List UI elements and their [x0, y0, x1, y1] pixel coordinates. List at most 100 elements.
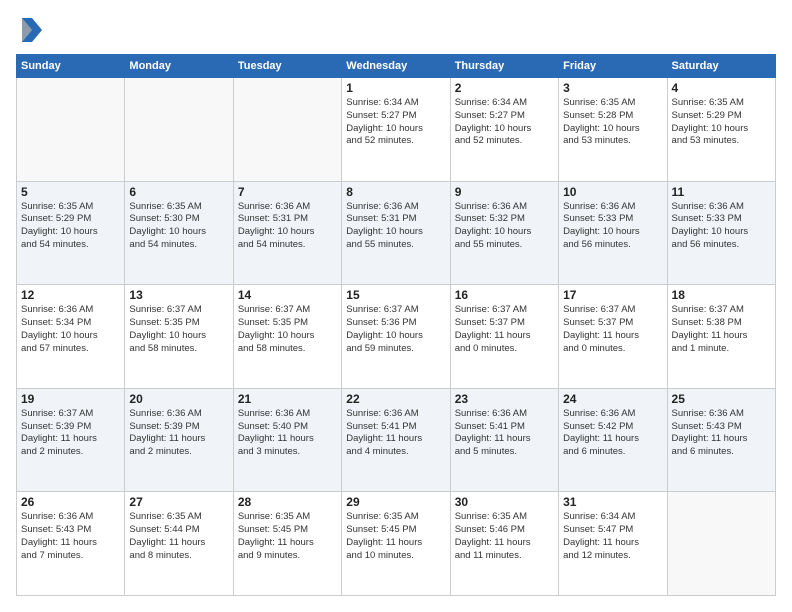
- day-info: Sunrise: 6:37 AM Sunset: 5:35 PM Dayligh…: [238, 304, 337, 355]
- day-number: 18: [672, 288, 771, 302]
- calendar-cell: 28 Sunrise: 6:35 AM Sunset: 5:45 PM Dayli…: [233, 492, 341, 596]
- weekday-header-row: SundayMondayTuesdayWednesdayThursdayFrid…: [17, 55, 776, 78]
- day-info: Sunrise: 6:35 AM Sunset: 5:45 PM Dayligh…: [346, 511, 445, 562]
- day-number: 30: [455, 495, 554, 509]
- calendar-cell: 12 Sunrise: 6:36 AM Sunset: 5:34 PM Dayli…: [17, 285, 125, 389]
- day-number: 17: [563, 288, 662, 302]
- calendar-page: SundayMondayTuesdayWednesdayThursdayFrid…: [0, 0, 792, 612]
- calendar-cell: 16 Sunrise: 6:37 AM Sunset: 5:37 PM Dayli…: [450, 285, 558, 389]
- calendar-cell: 15 Sunrise: 6:37 AM Sunset: 5:36 PM Dayli…: [342, 285, 450, 389]
- day-number: 6: [129, 185, 228, 199]
- weekday-header-saturday: Saturday: [667, 55, 775, 78]
- day-number: 21: [238, 392, 337, 406]
- day-number: 7: [238, 185, 337, 199]
- day-info: Sunrise: 6:35 AM Sunset: 5:45 PM Dayligh…: [238, 511, 337, 562]
- day-info: Sunrise: 6:36 AM Sunset: 5:32 PM Dayligh…: [455, 201, 554, 252]
- day-number: 14: [238, 288, 337, 302]
- calendar-cell: 13Sunrise: 6:37 AM Sunset: 5:35 PM Dayli…: [125, 285, 233, 389]
- day-info: Sunrise: 6:34 AM Sunset: 5:27 PM Dayligh…: [346, 97, 445, 148]
- day-number: 11: [672, 185, 771, 199]
- day-number: 1: [346, 81, 445, 95]
- weekday-header-tuesday: Tuesday: [233, 55, 341, 78]
- day-info: Sunrise: 6:35 AM Sunset: 5:29 PM Dayligh…: [672, 97, 771, 148]
- day-info: Sunrise: 6:37 AM Sunset: 5:38 PM Dayligh…: [672, 304, 771, 355]
- calendar-cell: 7 Sunrise: 6:36 AM Sunset: 5:31 PM Daylig…: [233, 181, 341, 285]
- day-info: Sunrise: 6:37 AM Sunset: 5:37 PM Dayligh…: [455, 304, 554, 355]
- day-number: 5: [21, 185, 120, 199]
- calendar-cell: 21 Sunrise: 6:36 AM Sunset: 5:40 PM Dayli…: [233, 388, 341, 492]
- day-number: 16: [455, 288, 554, 302]
- day-number: 13: [129, 288, 228, 302]
- calendar-cell: 6 Sunrise: 6:35 AM Sunset: 5:30 PM Daylig…: [125, 181, 233, 285]
- calendar-cell: 25Sunrise: 6:36 AM Sunset: 5:43 PM Dayli…: [667, 388, 775, 492]
- day-info: Sunrise: 6:36 AM Sunset: 5:41 PM Dayligh…: [346, 408, 445, 459]
- day-info: Sunrise: 6:36 AM Sunset: 5:31 PM Dayligh…: [238, 201, 337, 252]
- calendar-cell: 10 Sunrise: 6:36 AM Sunset: 5:33 PM Dayli…: [559, 181, 667, 285]
- calendar-cell: 29 Sunrise: 6:35 AM Sunset: 5:45 PM Dayli…: [342, 492, 450, 596]
- day-number: 31: [563, 495, 662, 509]
- day-number: 27: [129, 495, 228, 509]
- day-number: 2: [455, 81, 554, 95]
- day-number: 8: [346, 185, 445, 199]
- calendar-cell: 1 Sunrise: 6:34 AM Sunset: 5:27 PM Daylig…: [342, 78, 450, 182]
- header: [16, 16, 776, 44]
- day-number: 10: [563, 185, 662, 199]
- week-row-3: 12 Sunrise: 6:36 AM Sunset: 5:34 PM Dayli…: [17, 285, 776, 389]
- day-info: Sunrise: 6:36 AM Sunset: 5:43 PM Dayligh…: [21, 511, 120, 562]
- calendar-cell: 14 Sunrise: 6:37 AM Sunset: 5:35 PM Dayli…: [233, 285, 341, 389]
- calendar-cell: [125, 78, 233, 182]
- day-info: Sunrise: 6:36 AM Sunset: 5:34 PM Dayligh…: [21, 304, 120, 355]
- logo-icon: [16, 16, 44, 44]
- day-info: Sunrise: 6:34 AM Sunset: 5:27 PM Dayligh…: [455, 97, 554, 148]
- calendar-cell: 4 Sunrise: 6:35 AM Sunset: 5:29 PM Daylig…: [667, 78, 775, 182]
- day-number: 22: [346, 392, 445, 406]
- day-info: Sunrise: 6:34 AM Sunset: 5:47 PM Dayligh…: [563, 511, 662, 562]
- calendar-cell: 17Sunrise: 6:37 AM Sunset: 5:37 PM Dayli…: [559, 285, 667, 389]
- day-number: 19: [21, 392, 120, 406]
- day-number: 3: [563, 81, 662, 95]
- day-number: 28: [238, 495, 337, 509]
- calendar-cell: 22 Sunrise: 6:36 AM Sunset: 5:41 PM Dayli…: [342, 388, 450, 492]
- day-info: Sunrise: 6:35 AM Sunset: 5:28 PM Dayligh…: [563, 97, 662, 148]
- day-number: 4: [672, 81, 771, 95]
- calendar-cell: [667, 492, 775, 596]
- week-row-2: 5 Sunrise: 6:35 AM Sunset: 5:29 PM Daylig…: [17, 181, 776, 285]
- day-number: 23: [455, 392, 554, 406]
- day-number: 20: [129, 392, 228, 406]
- day-number: 15: [346, 288, 445, 302]
- day-info: Sunrise: 6:35 AM Sunset: 5:46 PM Dayligh…: [455, 511, 554, 562]
- calendar-cell: 30 Sunrise: 6:35 AM Sunset: 5:46 PM Dayli…: [450, 492, 558, 596]
- calendar-cell: 23Sunrise: 6:36 AM Sunset: 5:41 PM Dayli…: [450, 388, 558, 492]
- calendar-cell: 8 Sunrise: 6:36 AM Sunset: 5:31 PM Daylig…: [342, 181, 450, 285]
- weekday-header-sunday: Sunday: [17, 55, 125, 78]
- weekday-header-thursday: Thursday: [450, 55, 558, 78]
- day-info: Sunrise: 6:36 AM Sunset: 5:33 PM Dayligh…: [672, 201, 771, 252]
- day-info: Sunrise: 6:36 AM Sunset: 5:43 PM Dayligh…: [672, 408, 771, 459]
- weekday-header-friday: Friday: [559, 55, 667, 78]
- calendar-cell: 24Sunrise: 6:36 AM Sunset: 5:42 PM Dayli…: [559, 388, 667, 492]
- weekday-header-monday: Monday: [125, 55, 233, 78]
- week-row-4: 19Sunrise: 6:37 AM Sunset: 5:39 PM Dayli…: [17, 388, 776, 492]
- calendar-cell: 27Sunrise: 6:35 AM Sunset: 5:44 PM Dayli…: [125, 492, 233, 596]
- calendar-cell: [233, 78, 341, 182]
- calendar-cell: 31 Sunrise: 6:34 AM Sunset: 5:47 PM Dayli…: [559, 492, 667, 596]
- day-info: Sunrise: 6:36 AM Sunset: 5:40 PM Dayligh…: [238, 408, 337, 459]
- day-info: Sunrise: 6:35 AM Sunset: 5:29 PM Dayligh…: [21, 201, 120, 252]
- logo: [16, 16, 48, 44]
- week-row-5: 26Sunrise: 6:36 AM Sunset: 5:43 PM Dayli…: [17, 492, 776, 596]
- calendar-cell: 3 Sunrise: 6:35 AM Sunset: 5:28 PM Daylig…: [559, 78, 667, 182]
- calendar-cell: 18 Sunrise: 6:37 AM Sunset: 5:38 PM Dayli…: [667, 285, 775, 389]
- calendar-cell: 2 Sunrise: 6:34 AM Sunset: 5:27 PM Daylig…: [450, 78, 558, 182]
- day-info: Sunrise: 6:35 AM Sunset: 5:30 PM Dayligh…: [129, 201, 228, 252]
- day-number: 12: [21, 288, 120, 302]
- calendar-cell: 20Sunrise: 6:36 AM Sunset: 5:39 PM Dayli…: [125, 388, 233, 492]
- calendar-cell: [17, 78, 125, 182]
- day-number: 29: [346, 495, 445, 509]
- calendar-cell: 19Sunrise: 6:37 AM Sunset: 5:39 PM Dayli…: [17, 388, 125, 492]
- weekday-header-wednesday: Wednesday: [342, 55, 450, 78]
- calendar-cell: 5 Sunrise: 6:35 AM Sunset: 5:29 PM Daylig…: [17, 181, 125, 285]
- day-info: Sunrise: 6:37 AM Sunset: 5:36 PM Dayligh…: [346, 304, 445, 355]
- day-info: Sunrise: 6:36 AM Sunset: 5:31 PM Dayligh…: [346, 201, 445, 252]
- day-info: Sunrise: 6:36 AM Sunset: 5:33 PM Dayligh…: [563, 201, 662, 252]
- day-number: 24: [563, 392, 662, 406]
